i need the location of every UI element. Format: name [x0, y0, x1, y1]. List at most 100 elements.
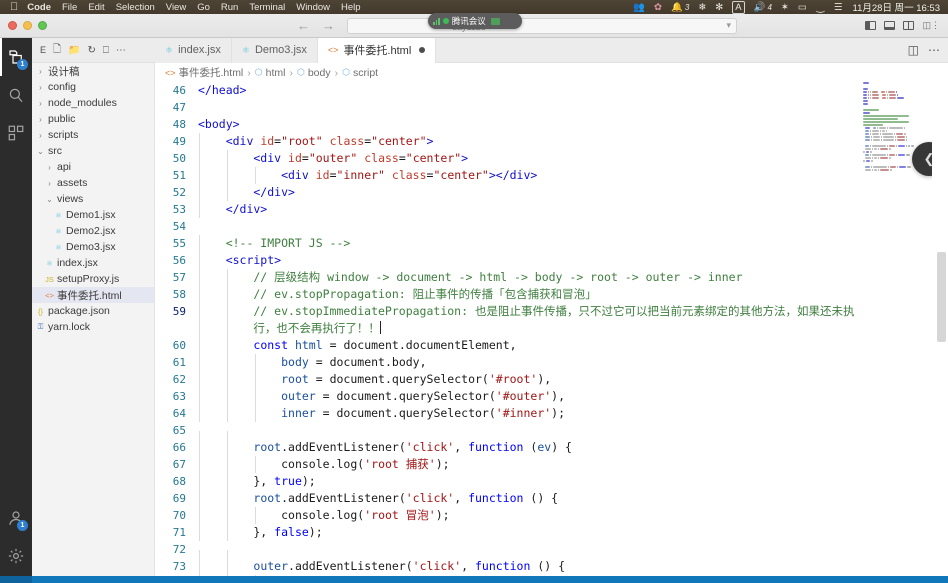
menu-item-view[interactable]: View — [166, 2, 186, 13]
code-line[interactable]: 73 outer.addEventListener('click', funct… — [155, 558, 948, 575]
tree-file[interactable]: {} package.json — [32, 303, 154, 319]
tree-folder[interactable]: › assets — [32, 175, 154, 191]
editor-tab[interactable]: ⚛ Demo3.jsx — [231, 37, 318, 63]
editor-scrollbar[interactable] — [932, 82, 948, 583]
editor-tab[interactable]: ⚛ index.jsx — [155, 37, 232, 63]
tree-folder[interactable]: › node_modules — [32, 95, 154, 111]
menu-item-help[interactable]: Help — [341, 2, 361, 13]
extensions-icon[interactable] — [0, 114, 32, 152]
code-line[interactable]: 62 root = document.querySelector('#root'… — [155, 371, 948, 388]
microphone-icon[interactable] — [490, 17, 500, 25]
dropbox-icon[interactable]: ❄ — [698, 2, 706, 13]
tree-folder[interactable]: › 设计稿 — [32, 63, 154, 79]
tree-file[interactable]: ⚛ Demo2.jsx — [32, 223, 154, 239]
back-arrow-icon[interactable]: ← — [297, 18, 310, 33]
app-icon-pink[interactable]: ✿ — [654, 2, 662, 13]
minimap[interactable]: ❮ — [860, 82, 932, 583]
code-line[interactable]: 50 <div id="outer" class="center"> — [155, 150, 948, 167]
breadcrumb-item[interactable]: <> 事件委托.html — [165, 65, 243, 80]
menu-item-window[interactable]: Window — [296, 2, 330, 13]
bottom-panel-layout-icon[interactable] — [884, 21, 896, 30]
refresh-icon[interactable]: ↻ — [88, 45, 96, 56]
tree-file[interactable]: <> 事件委托.html — [32, 287, 154, 303]
code-line[interactable]: 68 }, true); — [155, 473, 948, 490]
code-line[interactable]: 70 console.log('root 冒泡'); — [155, 507, 948, 524]
settings-gear-icon[interactable] — [0, 537, 32, 575]
code-line[interactable]: 52 </div> — [155, 184, 948, 201]
code-line[interactable]: 47 — [155, 99, 948, 116]
code-line[interactable]: 69 root.addEventListener('click', functi… — [155, 490, 948, 507]
tree-folder[interactable]: › config — [32, 79, 154, 95]
more-actions-icon[interactable]: ⋯ — [116, 45, 126, 56]
notifications-icon[interactable]: 🔔 3 — [671, 2, 689, 13]
code-line[interactable]: 61 body = document.body, — [155, 354, 948, 371]
breadcrumb-item[interactable]: ⬡ body — [297, 67, 331, 79]
sound-icon[interactable]: 🔊 4 — [754, 2, 772, 13]
tree-file[interactable]: JS setupProxy.js — [32, 271, 154, 287]
code-line[interactable]: 72 — [155, 541, 948, 567]
app-icon-gray[interactable]: ✻ — [715, 2, 723, 13]
accounts-icon[interactable]: 1 — [0, 499, 32, 537]
tree-file[interactable]: ⚛ index.jsx — [32, 255, 154, 271]
code-line[interactable]: 71 }, false); — [155, 524, 948, 541]
tab-overview-icon[interactable]: ◫⋮ — [922, 20, 940, 31]
menu-item-terminal[interactable]: Terminal — [249, 2, 285, 13]
control-center-icon[interactable]: ☰ — [834, 2, 843, 13]
code-line[interactable]: 64 inner = document.querySelector('#inne… — [155, 405, 948, 422]
input-source-icon[interactable]: A — [732, 0, 745, 14]
code-line[interactable]: 60 const html = document.documentElement… — [155, 337, 948, 354]
tree-folder[interactable]: › public — [32, 111, 154, 127]
menu-bar-clock[interactable]: 11月28日 周一 16:53 — [853, 0, 940, 14]
code-line[interactable]: 46 </head> — [155, 82, 948, 99]
menu-item-go[interactable]: Go — [197, 2, 210, 13]
code-line[interactable]: 48 <body> — [155, 116, 948, 133]
code-line[interactable]: 57 // 层级结构 window -> document -> html ->… — [155, 269, 948, 286]
code-line[interactable]: 58 // ev.stopPropagation: 阻止事件的传播「包含捕获和冒… — [155, 286, 948, 303]
close-window-button[interactable] — [8, 21, 17, 30]
code-line[interactable]: 55 <!-- IMPORT JS --> — [155, 235, 948, 252]
bluetooth-icon[interactable]: ✶ — [781, 2, 789, 13]
tree-folder[interactable]: › api — [32, 159, 154, 175]
status-bar[interactable] — [0, 576, 948, 583]
menu-item-run[interactable]: Run — [221, 2, 238, 13]
code-line[interactable]: 56 <script> — [155, 252, 948, 269]
scrollbar-thumb[interactable] — [937, 252, 946, 342]
chevron-down-icon[interactable]: ▾ — [726, 20, 731, 31]
code-line-wrapped[interactable]: 行，也不会再执行了！！ — [155, 320, 948, 337]
tree-folder[interactable]: ⌄ views — [32, 191, 154, 207]
menu-item-edit[interactable]: Edit — [88, 2, 104, 13]
tree-file[interactable]: ⚿ yarn.lock — [32, 319, 154, 335]
tree-file[interactable]: ⚛ Demo3.jsx — [32, 239, 154, 255]
explorer-icon[interactable]: 1 — [0, 38, 32, 76]
code-line[interactable]: 65 — [155, 422, 948, 448]
tree-folder[interactable]: › scripts — [32, 127, 154, 143]
menu-item-code[interactable]: Code — [27, 2, 51, 13]
code-line[interactable]: 63 outer = document.querySelector('#oute… — [155, 388, 948, 405]
forward-arrow-icon[interactable]: → — [322, 18, 335, 33]
breadcrumb-item[interactable]: ⬡ script — [342, 67, 378, 79]
breadcrumb-item[interactable]: ⬡ html — [255, 67, 286, 79]
search-input[interactable]: ▾ — [347, 17, 737, 34]
search-icon[interactable] — [0, 76, 32, 114]
minimize-window-button[interactable] — [23, 21, 32, 30]
tencent-meeting-pill[interactable]: 腾讯会议 — [428, 13, 522, 29]
right-panel-layout-icon[interactable] — [903, 21, 915, 30]
collapse-all-icon[interactable]: ⎕ — [103, 45, 109, 56]
code-line[interactable]: 49 <div id="root" class="center"> — [155, 133, 948, 150]
new-folder-icon[interactable]: 📁 — [68, 45, 80, 56]
sidebar-layout-icon[interactable] — [865, 21, 877, 30]
menu-item-file[interactable]: File — [62, 2, 77, 13]
status-bar-left-segment[interactable] — [0, 576, 32, 583]
more-editor-actions-icon[interactable]: ⋯ — [928, 43, 940, 57]
code-line[interactable]: 54 — [155, 218, 948, 235]
code-line[interactable]: 66 root.addEventListener('click', functi… — [155, 439, 948, 456]
tree-folder[interactable]: ⌄ src — [32, 143, 154, 159]
new-file-icon[interactable]: 🗋 — [53, 42, 61, 59]
menu-item-selection[interactable]: Selection — [116, 2, 155, 13]
code-line[interactable]: 51 <div id="inner" class="center"></div> — [155, 167, 948, 184]
code-editor[interactable]: 46 </head> 47 48 <body> 49 <div id="root" cla… — [155, 82, 948, 583]
code-line[interactable]: 53 </div> — [155, 201, 948, 218]
wechat-icon[interactable]: 👥 — [633, 2, 645, 13]
tree-file[interactable]: ⚛ Demo1.jsx — [32, 207, 154, 223]
unsaved-indicator[interactable] — [419, 47, 426, 53]
